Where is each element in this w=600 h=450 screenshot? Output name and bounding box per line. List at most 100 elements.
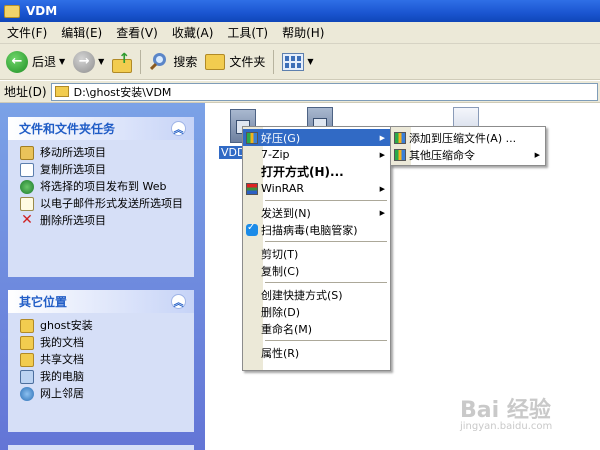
menu-view[interactable]: 查看(V) — [109, 24, 165, 41]
toolbar-separator — [140, 49, 142, 74]
globe-icon — [20, 180, 34, 194]
ctx-create-shortcut[interactable]: 创建快捷方式(S) — [243, 286, 390, 303]
folder-icon — [4, 4, 20, 18]
places-panel: 其它位置 ︽ ghost安装 我的文档 共享文档 我的电脑 网上邻居 — [8, 290, 194, 432]
task-publish[interactable]: 将选择的项目发布到 Web — [20, 180, 186, 194]
folder-up-icon: ↑ — [112, 51, 133, 73]
folder-icon — [20, 319, 34, 333]
delete-icon: ✕ — [21, 212, 33, 228]
up-button[interactable]: ↑ — [108, 47, 136, 77]
menu-edit[interactable]: 编辑(E) — [54, 24, 109, 41]
toolbar: ← 后退 ▼ → ▼ ↑ 搜索 文件夹 ▼ — [0, 44, 600, 80]
ctx-7zip-label: 7-Zip — [261, 148, 290, 161]
shield-icon — [246, 222, 258, 236]
search-button[interactable]: 搜索 — [145, 47, 201, 77]
menu-favorites[interactable]: 收藏(A) — [165, 24, 221, 41]
address-input[interactable]: D:\ghost安装\VDM — [50, 82, 598, 101]
collapse-chevron-icon[interactable]: ︽ — [171, 121, 186, 136]
place-mydocs-label: 我的文档 — [40, 336, 84, 349]
place-shared[interactable]: 共享文档 — [20, 353, 186, 367]
task-delete-label: 删除所选项目 — [40, 214, 106, 227]
ctx-delete-label: 删除(D) — [261, 305, 301, 319]
place-ghost-label: ghost安装 — [40, 319, 93, 332]
network-icon — [20, 387, 34, 401]
ctx-delete[interactable]: 删除(D) — [243, 303, 390, 320]
views-dropdown-icon[interactable]: ▼ — [307, 57, 313, 66]
ctx-properties[interactable]: 属性(R) — [243, 344, 390, 361]
haozip-icon — [394, 148, 406, 161]
task-email[interactable]: 以电子邮件形式发送所选项目 — [20, 197, 186, 211]
back-arrow-icon: ← — [6, 50, 28, 73]
ctx-copy[interactable]: 复制(C) — [243, 262, 390, 279]
address-path: D:\ghost安装\VDM — [73, 85, 172, 99]
toolbar-separator — [273, 49, 275, 74]
menu-file[interactable]: 文件(F) — [0, 24, 54, 41]
watermark-url: jingyan.baidu.com — [460, 421, 553, 432]
folder-icon — [54, 86, 69, 97]
shared-folder-icon — [20, 353, 34, 367]
task-move[interactable]: 移动所选项目 — [20, 146, 186, 160]
ctx-rename[interactable]: 重命名(M) — [243, 320, 390, 337]
places-panel-title: 其它位置 — [19, 295, 68, 309]
haozip-icon — [394, 131, 406, 144]
views-icon — [282, 52, 305, 71]
address-label: 地址(D) — [4, 85, 47, 99]
task-publish-label: 将选择的项目发布到 Web — [40, 180, 167, 193]
ctx-7zip[interactable]: 7-Zip ▶ — [243, 146, 390, 163]
window-title: VDM — [26, 4, 58, 18]
places-panel-header[interactable]: 其它位置 ︽ — [8, 290, 194, 313]
search-icon — [149, 52, 169, 72]
folders-label: 文件夹 — [229, 55, 266, 69]
menu-help[interactable]: 帮助(H) — [275, 24, 331, 41]
email-icon — [20, 197, 34, 211]
back-dropdown-icon[interactable]: ▼ — [59, 57, 65, 66]
place-network-label: 网上邻居 — [40, 387, 84, 400]
ctx-open-with-label: 打开方式(H)... — [261, 165, 344, 179]
task-move-label: 移动所选项目 — [40, 146, 106, 159]
copy-icon — [20, 163, 34, 177]
back-button[interactable]: ← 后退 ▼ — [2, 47, 69, 77]
address-bar: 地址(D) D:\ghost安装\VDM — [0, 81, 600, 103]
ctx-winrar-label: WinRAR — [261, 182, 305, 195]
ctx-rename-label: 重命名(M) — [261, 322, 313, 336]
forward-dropdown-icon[interactable]: ▼ — [98, 57, 104, 66]
ctx-haozip[interactable]: 好压(G) ▶ — [243, 129, 390, 146]
ctx-haozip-label: 好压(G) — [261, 131, 301, 145]
task-delete[interactable]: ✕ 删除所选项目 — [20, 212, 186, 228]
place-mycomputer[interactable]: 我的电脑 — [20, 370, 186, 384]
ctx-scan-virus-label: 扫描病毒(电脑管家) — [261, 223, 358, 237]
sub-add-to-archive[interactable]: 添加到压缩文件(A) ... — [391, 129, 545, 146]
haozip-icon — [246, 131, 258, 144]
winrar-icon — [246, 182, 258, 195]
details-panel — [8, 445, 194, 450]
task-copy-label: 复制所选项目 — [40, 163, 106, 176]
place-mycomputer-label: 我的电脑 — [40, 370, 84, 383]
task-email-label: 以电子邮件形式发送所选项目 — [40, 197, 183, 210]
submenu-arrow-icon: ▶ — [379, 208, 385, 217]
forward-arrow-icon: → — [73, 50, 96, 73]
views-button[interactable]: ▼ — [278, 47, 317, 77]
ctx-winrar[interactable]: WinRAR ▶ — [243, 180, 390, 197]
ctx-send-to-label: 发送到(N) — [261, 206, 311, 220]
documents-icon — [20, 336, 34, 350]
ctx-open-with[interactable]: 打开方式(H)... — [243, 163, 390, 180]
back-label: 后退 — [32, 55, 57, 69]
place-shared-label: 共享文档 — [40, 353, 84, 366]
sub-add-to-archive-label: 添加到压缩文件(A) ... — [409, 131, 517, 145]
menu-tools[interactable]: 工具(T) — [220, 24, 275, 41]
place-network[interactable]: 网上邻居 — [20, 387, 186, 401]
folder-icon — [205, 53, 226, 70]
ctx-cut[interactable]: 剪切(T) — [243, 245, 390, 262]
task-copy[interactable]: 复制所选项目 — [20, 163, 186, 177]
ctx-scan-virus[interactable]: 扫描病毒(电脑管家) — [243, 221, 390, 238]
collapse-chevron-icon[interactable]: ︽ — [171, 294, 186, 309]
sub-other-commands[interactable]: 其他压缩命令 ▶ — [391, 146, 545, 163]
forward-button[interactable]: → ▼ — [69, 47, 108, 77]
tasks-panel: 文件和文件夹任务 ︽ 移动所选项目 复制所选项目 将选择的项目发布到 Web 以… — [8, 117, 194, 277]
folders-button[interactable]: 文件夹 — [201, 47, 269, 77]
move-icon — [20, 146, 34, 160]
ctx-send-to[interactable]: 发送到(N) ▶ — [243, 204, 390, 221]
place-ghost[interactable]: ghost安装 — [20, 319, 186, 333]
tasks-panel-header[interactable]: 文件和文件夹任务 ︽ — [8, 117, 194, 140]
place-mydocs[interactable]: 我的文档 — [20, 336, 186, 350]
